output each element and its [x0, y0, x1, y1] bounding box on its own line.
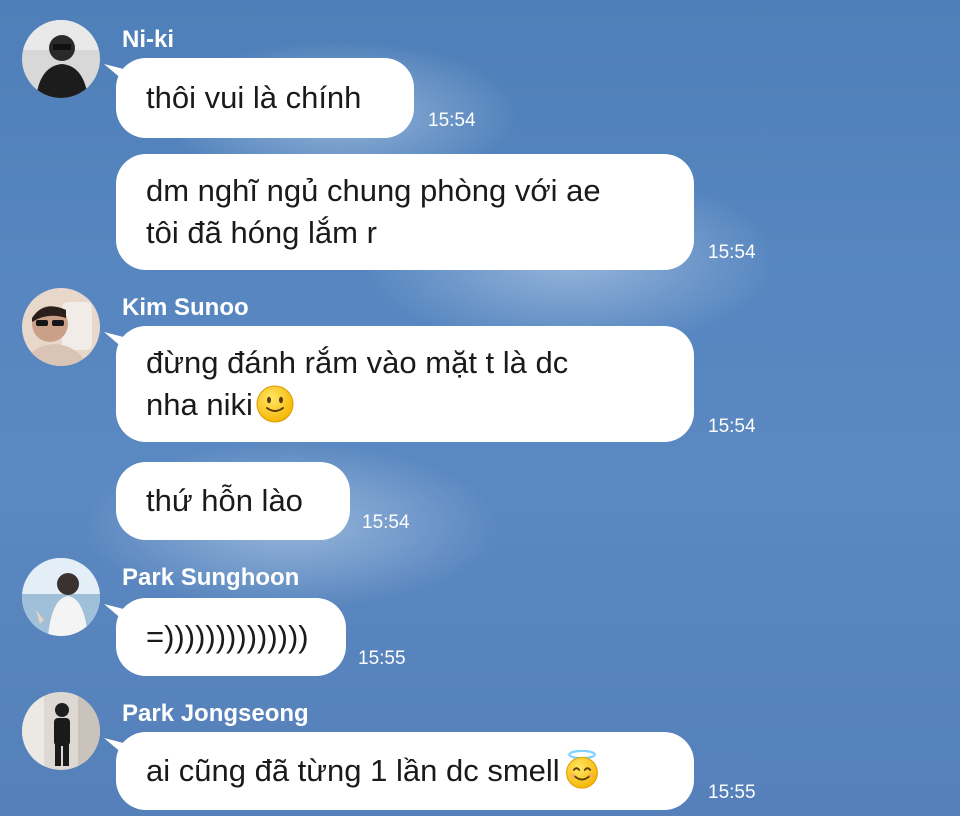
message-text: ai cũng đã từng 1 lần dc smell — [146, 753, 560, 788]
message-bubble[interactable]: đừng đánh rắm vào mặt t là dc nha niki — [116, 326, 694, 442]
avatar-kim-sunoo[interactable] — [22, 288, 100, 366]
message-text: dm nghĩ ngủ chung phòng với ae — [146, 173, 601, 208]
message-text: thứ hỗn lào — [146, 483, 303, 518]
message-bubble[interactable]: =)))))))))))))) — [116, 598, 346, 676]
message-text: nha niki — [146, 387, 253, 422]
message-time: 15:54 — [708, 416, 756, 437]
message-text: thôi vui là chính — [146, 80, 362, 115]
message-text: tôi đã hóng lắm r — [146, 215, 377, 250]
message-time: 15:54 — [428, 110, 476, 131]
sender-name: Park Jongseong — [122, 700, 309, 727]
message-text: =)))))))))))))) — [146, 619, 309, 654]
message-time: 15:54 — [708, 242, 756, 263]
avatar-park-jongseong[interactable] — [22, 692, 100, 770]
message-bubble[interactable]: thôi vui là chính — [116, 58, 414, 138]
sender-name: Ni-ki — [122, 26, 175, 53]
message-time: 15:55 — [708, 782, 756, 803]
message-text: đừng đánh rắm vào mặt t là dc — [146, 345, 569, 380]
message-bubble[interactable]: thứ hỗn lào — [116, 462, 350, 540]
message-bubble[interactable]: dm nghĩ ngủ chung phòng với ae tôi đã hó… — [116, 154, 694, 270]
slightly-smiling-face-icon — [255, 384, 295, 424]
message-time: 15:55 — [358, 648, 406, 669]
avatar-park-sunghoon[interactable] — [22, 558, 100, 636]
message-bubble[interactable]: ai cũng đã từng 1 lần dc smell — [116, 732, 694, 810]
avatar-ni-ki[interactable] — [22, 20, 100, 98]
sender-name: Kim Sunoo — [122, 294, 249, 321]
message-time: 15:54 — [362, 512, 410, 533]
sender-name: Park Sunghoon — [122, 564, 300, 591]
smiling-face-with-halo-icon — [562, 749, 602, 790]
